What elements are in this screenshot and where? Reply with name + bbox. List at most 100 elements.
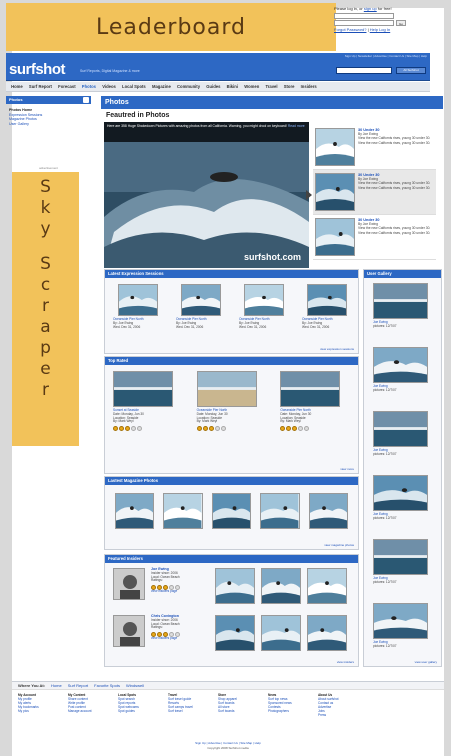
footer-link[interactable]: Manage account [68, 709, 114, 713]
nav-item-community[interactable]: Community [174, 84, 203, 89]
footer-link[interactable]: Press [318, 713, 364, 717]
magazine-thumb[interactable] [308, 493, 349, 529]
insider-photo-thumb[interactable] [261, 615, 301, 651]
star-icon[interactable] [220, 426, 226, 432]
magazine-thumb[interactable] [115, 493, 155, 529]
gallery-item[interactable]: Joe Ewing pictures: 12/7/07 [364, 278, 441, 342]
star-icon[interactable] [292, 426, 298, 432]
featured-thumb[interactable] [315, 173, 355, 211]
featured-thumb[interactable] [315, 218, 355, 256]
sidebar-item[interactable]: User Gallery [9, 122, 88, 127]
insider-page-link[interactable]: view insiders page [151, 589, 209, 594]
nav-item-travel[interactable]: Travel [262, 84, 280, 89]
insider-photo-thumb[interactable] [307, 568, 347, 604]
gallery-thumb[interactable] [373, 539, 428, 575]
login-go-button[interactable]: Go [396, 20, 407, 26]
top-rated-thumb[interactable] [113, 371, 173, 407]
featured-thumb[interactable] [315, 128, 355, 166]
magazine-thumb[interactable] [260, 493, 300, 529]
hero-read-more-link[interactable]: Read more [288, 124, 305, 128]
featured-side-item[interactable]: 30 Under 30 By Joe Ewing View the new Cali… [313, 215, 436, 260]
breadcrumb-item[interactable]: Home [51, 682, 62, 689]
nav-item-local-spots[interactable]: Local Spots [119, 84, 149, 89]
nav-item-guides[interactable]: Guides [203, 84, 223, 89]
session-thumb[interactable] [181, 284, 221, 316]
gallery-item[interactable]: Joe Ewing pictures: 12/7/07 [364, 598, 441, 662]
leaderboard-ad[interactable]: Leaderboard [6, 3, 336, 51]
nav-item-women[interactable]: Women [241, 84, 262, 89]
footer-link[interactable]: Spot guides [118, 709, 164, 713]
gallery-item[interactable]: Joe Ewing pictures: 12/7/07 [364, 534, 441, 598]
session-item[interactable]: Oceanside Pier North By: Joe Ewing Wed. De… [113, 284, 161, 329]
nav-item-videos[interactable]: Videos [99, 84, 119, 89]
username-field[interactable] [334, 13, 394, 19]
footer-link[interactable]: Surf travel [168, 709, 214, 713]
nav-item-forecast[interactable]: Forecast [55, 84, 79, 89]
footer-link[interactable]: Surf boards [218, 709, 264, 713]
nav-item-home[interactable]: Home [8, 84, 26, 89]
star-icon[interactable] [196, 426, 202, 432]
star-icon[interactable] [280, 426, 286, 432]
featured-side-item[interactable]: 30 Under 30 By Joe Ewing View the new Cali… [313, 125, 436, 170]
session-item[interactable]: Oceanside Pier North By: Joe Ewing Wed. De… [176, 284, 224, 329]
insider-avatar[interactable] [113, 568, 145, 600]
insider-photo-thumb[interactable] [215, 615, 255, 651]
breadcrumb-item[interactable]: Windswell [126, 682, 144, 689]
gallery-thumb[interactable] [373, 411, 428, 447]
top-rated-thumb[interactable] [196, 371, 257, 407]
session-thumb[interactable] [307, 284, 347, 316]
session-item[interactable]: Oceanside Pier North By: Joe Ewing Wed. De… [302, 284, 350, 329]
magazine-thumb[interactable] [163, 493, 203, 529]
login-help-link[interactable]: Help Log In [370, 27, 390, 32]
star-icon[interactable] [298, 426, 304, 432]
gallery-thumb[interactable] [373, 347, 428, 383]
gallery-thumb[interactable] [373, 603, 428, 639]
top-rated-item[interactable]: Oceanside Pier North Date: Monday, Jun 30… [196, 371, 267, 432]
magazine-thumb[interactable] [211, 493, 252, 529]
gallery-item[interactable]: Joe Ewing pictures: 12/7/07 [364, 342, 441, 406]
star-icon[interactable] [119, 426, 124, 432]
star-icon[interactable] [304, 426, 310, 432]
breadcrumb-item[interactable]: Favorite Spots [94, 682, 120, 689]
top-utility-links[interactable]: Sign Up | Newsletter | Advertise | Conta… [345, 54, 427, 58]
site-logo[interactable]: surfshot [9, 61, 66, 78]
nav-item-bikini[interactable]: Bikini [224, 84, 242, 89]
rating-stars[interactable] [280, 426, 350, 432]
search-scope-select[interactable]: All Surfshot [396, 67, 426, 74]
collapse-icon[interactable] [83, 97, 89, 103]
nav-item-magazine[interactable]: Magazine [149, 84, 174, 89]
footer-link[interactable]: Photographers [268, 709, 314, 713]
top-rated-item[interactable]: Sunset at Seaside Date: Monday, Jun 30 Loc… [113, 371, 183, 432]
star-icon[interactable] [286, 426, 292, 432]
star-icon[interactable] [125, 426, 130, 432]
insider-photo-thumb[interactable] [307, 615, 347, 651]
nav-item-store[interactable]: Store [281, 84, 298, 89]
session-item[interactable]: Oceanside Pier North By: Joe Ewing Wed. De… [239, 284, 287, 329]
sessions-more-link[interactable]: view expression sessions [320, 347, 354, 351]
signup-link[interactable]: sign up [364, 6, 377, 11]
gallery-thumb[interactable] [373, 283, 428, 319]
session-thumb[interactable] [244, 284, 284, 316]
gallery-item[interactable]: Joe Ewing pictures: 12/7/07 [364, 406, 441, 470]
star-icon[interactable] [202, 426, 208, 432]
star-icon[interactable] [131, 426, 136, 432]
footer-link[interactable]: My pics [18, 709, 64, 713]
insider-page-link[interactable]: view insiders page [151, 636, 209, 641]
insider-photo-thumb[interactable] [215, 568, 255, 604]
password-field[interactable] [334, 20, 394, 26]
nav-item-surf-report[interactable]: Surf Report [26, 84, 55, 89]
insider-avatar[interactable] [113, 615, 145, 647]
featured-side-item[interactable]: 30 Under 30 By Joe Ewing View the new Cali… [313, 170, 436, 215]
nav-item-insiders[interactable]: Insiders [298, 84, 320, 89]
gallery-item[interactable]: Joe Ewing pictures: 12/7/07 [364, 470, 441, 534]
nav-item-photos[interactable]: Photos [79, 84, 99, 89]
session-thumb[interactable] [118, 284, 158, 316]
star-icon[interactable] [137, 426, 142, 432]
star-icon[interactable] [208, 426, 214, 432]
gallery-more-link[interactable]: view user gallery [415, 660, 437, 664]
search-input[interactable] [336, 67, 392, 74]
star-icon[interactable] [214, 426, 220, 432]
rating-stars[interactable] [113, 426, 183, 432]
insider-photo-thumb[interactable] [261, 568, 301, 604]
top-rated-thumb[interactable] [280, 371, 341, 407]
